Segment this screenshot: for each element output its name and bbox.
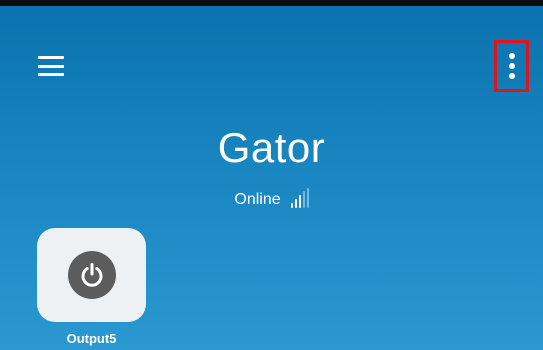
more-vert-icon <box>508 63 515 69</box>
status-bar <box>0 0 543 6</box>
more-options-button[interactable] <box>494 40 529 92</box>
power-icon <box>81 263 102 287</box>
signal-bar <box>306 188 309 208</box>
device-status-row: Online <box>0 188 543 210</box>
menu-line <box>38 73 64 76</box>
signal-bar <box>294 199 297 208</box>
output-label: Output5 <box>66 331 117 346</box>
signal-strength-icon <box>290 188 309 208</box>
device-status-text: Online <box>234 191 281 208</box>
signal-bar <box>302 191 305 208</box>
menu-line <box>38 64 64 68</box>
device-screen: Gator Online Output5 <box>0 0 543 350</box>
more-vert-icon <box>508 53 515 59</box>
more-vert-icon <box>508 73 515 79</box>
signal-bar <box>298 195 301 208</box>
output-tile[interactable] <box>37 228 146 322</box>
signal-bar <box>290 203 293 208</box>
menu-line <box>38 56 64 59</box>
power-button[interactable] <box>67 251 116 299</box>
device-name-title: Gator <box>217 124 326 171</box>
hamburger-menu-icon[interactable] <box>38 56 64 76</box>
